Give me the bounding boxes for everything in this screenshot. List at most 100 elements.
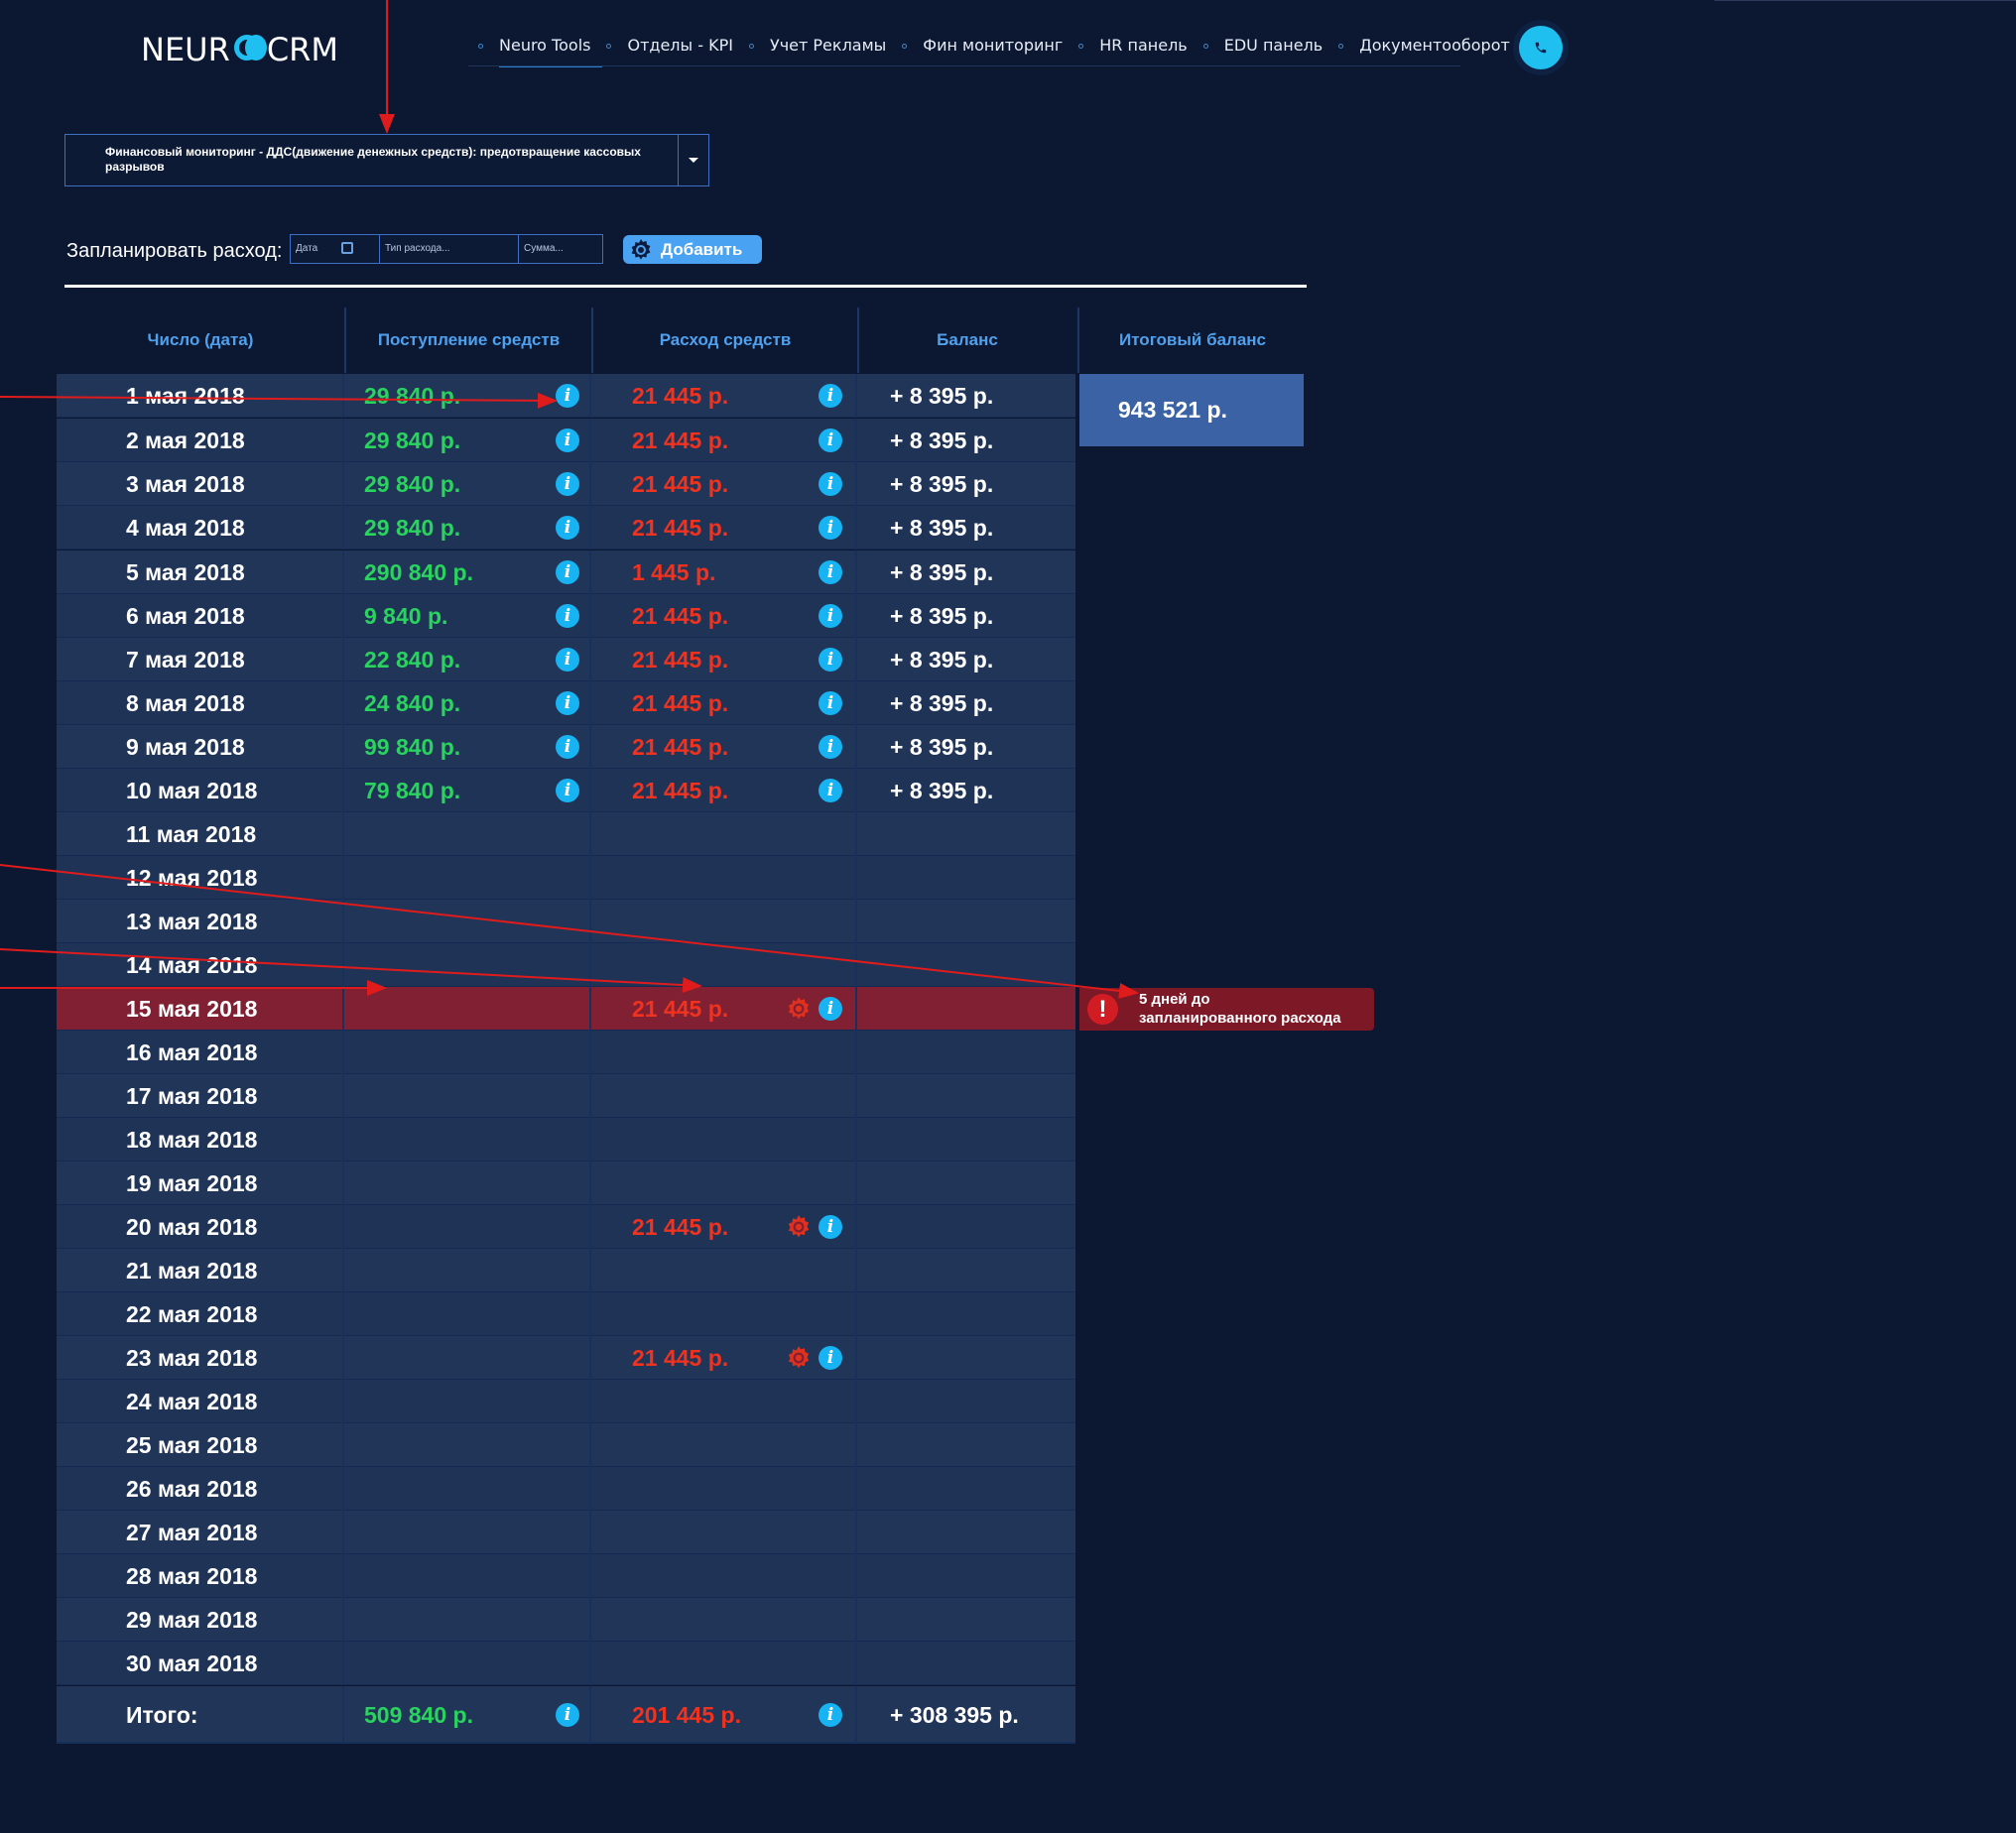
info-icon[interactable]: i [556, 560, 579, 584]
gear-icon[interactable] [786, 1345, 812, 1376]
info-icon[interactable]: i [819, 384, 842, 408]
module-select-toggle[interactable] [678, 135, 708, 185]
info-icon[interactable]: i [819, 735, 842, 759]
info-icon[interactable]: i [556, 735, 579, 759]
column-separator [855, 1074, 857, 1118]
row-balance: + 8 395 р. [890, 603, 994, 629]
main-nav: Neuro Tools Отделы - KPI Учет Рекламы Фин м… [468, 28, 1541, 67]
column-separator [589, 856, 591, 900]
row-date: 23 мая 2018 [126, 1345, 258, 1371]
expense-sum-input[interactable]: Сумма... [519, 235, 602, 263]
add-expense-label: Добавить [661, 239, 743, 259]
column-separator [855, 1249, 857, 1292]
gear-icon[interactable] [786, 1214, 812, 1245]
row-expense: 21 445 р. [632, 1214, 729, 1240]
row-date: 3 мая 2018 [126, 471, 245, 497]
row-expense: 21 445 р. [632, 996, 729, 1022]
nav-item[interactable]: Учет Рекламы [764, 28, 892, 63]
table-row: 9 мая 2018 99 840 р. i 21 445 р. i + 8 395 р. [57, 725, 1075, 769]
info-icon[interactable]: i [819, 472, 842, 496]
info-icon[interactable]: i [556, 604, 579, 628]
info-icon[interactable]: i [819, 691, 842, 715]
call-button[interactable] [1513, 20, 1569, 75]
column-separator [855, 943, 857, 987]
top-right-rule [1714, 0, 2016, 1]
info-icon[interactable]: i [819, 997, 842, 1021]
column-separator [342, 1031, 344, 1074]
info-icon[interactable]: i [819, 1215, 842, 1239]
row-date: 24 мая 2018 [126, 1389, 258, 1414]
info-icon[interactable]: i [819, 779, 842, 802]
module-select-value: Финансовый мониторинг - ДДС(движение ден… [105, 145, 641, 174]
column-separator [342, 550, 344, 594]
column-separator [589, 1511, 591, 1554]
column-separator [342, 1161, 344, 1205]
nav-item[interactable]: Neuro Tools [493, 28, 603, 67]
info-icon[interactable]: i [819, 1346, 842, 1370]
info-icon[interactable]: i [556, 472, 579, 496]
nav-item[interactable]: Отделы - KPI [621, 28, 738, 63]
row-balance: + 8 395 р. [890, 383, 994, 409]
total-balance: + 308 395 р. [890, 1702, 1019, 1728]
module-select[interactable]: Финансовый мониторинг - ДДС(движение ден… [64, 134, 709, 186]
column-separator [589, 900, 591, 943]
column-separator [342, 769, 344, 812]
column-separator [855, 1423, 857, 1467]
table-row: 26 мая 2018 [57, 1467, 1075, 1511]
column-separator [342, 725, 344, 769]
info-icon[interactable]: i [819, 560, 842, 584]
info-icon[interactable]: i [556, 428, 579, 452]
column-separator [855, 1292, 857, 1336]
gear-icon[interactable] [786, 996, 812, 1027]
column-separator [855, 856, 857, 900]
row-income: 290 840 р. [364, 559, 473, 585]
row-expense: 21 445 р. [632, 734, 729, 760]
row-date: 13 мая 2018 [126, 909, 258, 934]
info-icon[interactable]: i [556, 516, 579, 540]
info-icon[interactable]: i [556, 1703, 579, 1727]
row-expense: 21 445 р. [632, 1345, 729, 1371]
info-icon[interactable]: i [819, 648, 842, 672]
nav-separator-dot [1338, 43, 1344, 49]
table-row: 11 мая 2018 [57, 812, 1075, 856]
column-separator [589, 374, 591, 418]
column-separator [855, 550, 857, 594]
table-row: 30 мая 2018 [57, 1642, 1075, 1685]
column-separator [342, 1642, 344, 1685]
row-expense: 21 445 р. [632, 778, 729, 803]
header-separator [591, 307, 593, 373]
calendar-icon[interactable] [341, 242, 353, 254]
column-separator [855, 725, 857, 769]
row-expense: 21 445 р. [632, 471, 729, 497]
column-separator [589, 943, 591, 987]
phone-icon [1535, 42, 1547, 54]
column-separator [855, 812, 857, 856]
info-icon[interactable]: i [819, 428, 842, 452]
column-separator [589, 1292, 591, 1336]
info-icon[interactable]: i [819, 1703, 842, 1727]
info-icon[interactable]: i [556, 691, 579, 715]
expense-type-input[interactable]: Тип расхода... [380, 235, 519, 263]
info-icon[interactable]: i [556, 779, 579, 802]
add-expense-button[interactable]: Добавить [623, 235, 762, 264]
nav-item[interactable]: Документооборот [1353, 28, 1516, 63]
info-icon[interactable]: i [819, 604, 842, 628]
row-date: 30 мая 2018 [126, 1650, 258, 1676]
info-icon[interactable]: i [819, 516, 842, 540]
col-header-balance: Баланс [937, 330, 998, 349]
info-icon[interactable]: i [556, 648, 579, 672]
nav-item[interactable]: Фин мониторинг [917, 28, 1069, 63]
nav-separator-dot [902, 43, 908, 49]
logo[interactable]: NEUR CRM [141, 28, 338, 71]
alert-text-line1: 5 дней до [1139, 991, 1210, 1008]
column-separator [589, 638, 591, 681]
nav-item[interactable]: EDU панель [1218, 28, 1328, 63]
nav-item[interactable]: HR панель [1093, 28, 1193, 63]
column-separator [342, 638, 344, 681]
date-input[interactable]: Дата [291, 235, 380, 263]
column-separator [342, 506, 344, 550]
info-icon[interactable]: i [556, 384, 579, 408]
column-separator [589, 1380, 591, 1423]
logo-text-left: NEUR [141, 31, 230, 68]
date-input-placeholder: Дата [296, 243, 318, 254]
